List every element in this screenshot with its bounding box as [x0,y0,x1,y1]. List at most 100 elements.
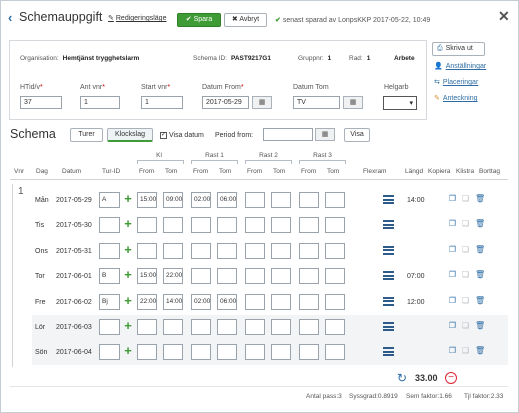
time-input-r3-from[interactable] [299,217,319,234]
cancel-button[interactable]: ✖ Avbryt [224,13,267,27]
copy-icon[interactable]: ❐ [448,346,457,356]
minus-circle-icon[interactable]: − [445,372,457,384]
time-input-r2-tom[interactable] [271,319,291,335]
turid-input[interactable] [99,217,120,234]
time-input-r3-tom[interactable] [325,268,345,285]
time-input-kl-tom[interactable] [163,319,183,335]
paste-icon[interactable]: ❏ [461,321,470,331]
time-input-r1-tom[interactable] [217,268,237,285]
time-input-r2-tom[interactable] [271,268,291,285]
time-input-r3-from[interactable] [299,344,319,361]
time-input-r3-from[interactable] [299,319,319,335]
time-input-r2-tom[interactable] [271,293,291,310]
time-input-kl-from[interactable]: 22:00 [137,293,157,310]
plus-icon[interactable]: + [123,243,133,256]
time-input-kl-tom[interactable] [163,217,183,234]
save-button[interactable]: ✔ Spara [177,13,221,27]
time-input-r3-tom[interactable] [325,242,345,259]
time-input-r3-tom[interactable] [325,344,345,361]
time-input-r3-tom[interactable] [325,293,345,310]
paste-icon[interactable]: ❏ [461,194,470,204]
helgarb-select[interactable]: ▾ [383,96,417,110]
turid-input[interactable]: A [99,192,120,208]
time-input-r1-tom[interactable]: 06:00 [217,293,237,310]
time-input-kl-tom[interactable] [163,242,183,259]
flexram-menu-icon[interactable] [383,296,394,306]
time-input-r2-from[interactable] [245,217,265,234]
antvnr-input[interactable]: 1 [80,96,120,109]
time-input-kl-tom[interactable] [163,344,183,361]
edit-mode-link[interactable]: ✎ Redigeringsläge [108,14,166,22]
turid-input[interactable]: B [99,268,120,285]
time-input-r1-tom[interactable]: 06:00 [217,192,237,208]
trash-icon[interactable]: 🗑 [475,219,485,229]
back-chevron-icon[interactable]: ‹ [8,11,18,24]
turid-input[interactable] [99,319,120,335]
copy-icon[interactable]: ❐ [448,245,457,255]
plus-icon[interactable]: + [123,294,133,307]
calendar-icon[interactable]: ▦ [315,128,335,141]
time-input-r3-tom[interactable] [325,217,345,234]
copy-icon[interactable]: ❐ [448,296,457,306]
plus-icon[interactable]: + [123,344,133,357]
trash-icon[interactable]: 🗑 [475,321,485,331]
calendar-icon[interactable]: ▦ [343,96,363,109]
calendar-icon[interactable]: ▦ [252,96,272,109]
htid-input[interactable]: 37 [20,96,62,109]
period-from-input[interactable] [263,128,313,141]
copy-icon[interactable]: ❐ [448,270,457,280]
time-input-r1-from[interactable]: 02:00 [191,192,211,208]
time-input-r2-tom[interactable] [271,217,291,234]
time-input-r2-from[interactable] [245,293,265,310]
startvnr-input[interactable]: 1 [141,96,183,109]
paste-icon[interactable]: ❏ [461,245,470,255]
flexram-menu-icon[interactable] [383,245,394,255]
time-input-r2-from[interactable] [245,192,265,208]
copy-icon[interactable]: ❐ [448,321,457,331]
time-input-r1-tom[interactable] [217,319,237,335]
turid-input[interactable]: Bj [99,293,120,310]
trash-icon[interactable]: 🗑 [475,270,485,280]
time-input-kl-from[interactable] [137,344,157,361]
trash-icon[interactable]: 🗑 [475,296,485,306]
datumtom-input[interactable]: TV [293,96,340,109]
time-input-r3-tom[interactable] [325,192,345,208]
time-input-r3-from[interactable] [299,293,319,310]
flexram-menu-icon[interactable] [383,347,394,357]
time-input-r3-tom[interactable] [325,319,345,335]
visa-datum-checkbox[interactable]: ✓ [160,132,167,139]
time-input-kl-from[interactable]: 15:00 [137,192,157,208]
time-input-r2-from[interactable] [245,344,265,361]
time-input-kl-from[interactable]: 15:00 [137,268,157,285]
time-input-r1-tom[interactable] [217,217,237,234]
time-input-r1-from[interactable] [191,319,211,335]
time-input-r2-from[interactable] [245,268,265,285]
refresh-icon[interactable]: ↻ [397,372,409,384]
time-input-kl-tom[interactable]: 22:00 [163,268,183,285]
print-button[interactable]: ⎙ Skriva ut [432,42,485,56]
datumfrom-input[interactable]: 2017-05-29 [202,96,249,109]
paste-icon[interactable]: ❏ [461,219,470,229]
time-input-r1-from[interactable]: 02:00 [191,293,211,310]
trash-icon[interactable]: 🗑 [475,194,485,204]
tab-turer[interactable]: Turer [70,128,103,142]
turid-input[interactable] [99,344,120,361]
plus-icon[interactable]: + [123,192,133,205]
paste-icon[interactable]: ❏ [461,346,470,356]
time-input-r3-from[interactable] [299,268,319,285]
time-input-kl-tom[interactable]: 14:00 [163,293,183,310]
flexram-menu-icon[interactable] [383,220,394,230]
time-input-kl-from[interactable] [137,319,157,335]
time-input-r1-from[interactable] [191,217,211,234]
time-input-r1-from[interactable] [191,344,211,361]
paste-icon[interactable]: ❏ [461,296,470,306]
plus-icon[interactable]: + [123,217,133,230]
flexram-menu-icon[interactable] [383,322,394,331]
time-input-r2-tom[interactable] [271,192,291,208]
time-input-kl-from[interactable] [137,242,157,259]
time-input-r1-tom[interactable] [217,242,237,259]
copy-icon[interactable]: ❐ [448,219,457,229]
anstallningar-link[interactable]: 👤 Anställningar [434,62,486,70]
turid-input[interactable] [99,242,120,259]
paste-icon[interactable]: ❏ [461,270,470,280]
